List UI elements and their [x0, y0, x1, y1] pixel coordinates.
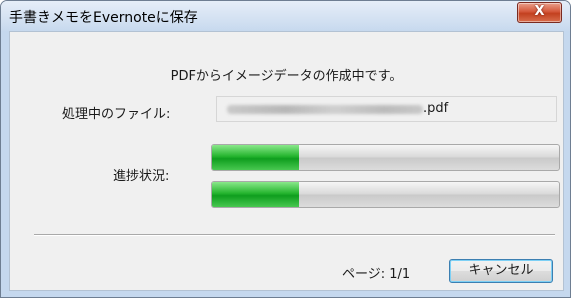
file-extension: .pdf: [423, 101, 449, 116]
page-indicator: ページ: 1/1: [342, 267, 411, 282]
status-message: PDFからイメージデータの作成中です。: [170, 69, 403, 84]
title-bar[interactable]: 手書きメモをEvernoteに保存 X: [1, 1, 570, 31]
window-title: 手書きメモをEvernoteに保存: [9, 10, 198, 26]
progress-bar-1-fill: [212, 145, 299, 170]
dialog-content: PDFからイメージデータの作成中です。 処理中のファイル: .pdf 進捗状況:…: [9, 31, 564, 291]
dialog-window: 手書きメモをEvernoteに保存 X PDFからイメージデータの作成中です。 …: [0, 0, 571, 298]
current-file-field: .pdf: [216, 96, 557, 122]
blurred-file-name: [227, 105, 423, 114]
progress-bar-2-fill: [212, 182, 299, 207]
progress-label: 進捗状況:: [113, 169, 170, 184]
close-button[interactable]: X: [517, 2, 562, 23]
close-icon: X: [534, 4, 545, 19]
divider: [34, 234, 555, 236]
file-label: 処理中のファイル:: [62, 107, 171, 122]
cancel-button[interactable]: キャンセル: [449, 259, 553, 283]
progress-bar-1: [211, 144, 560, 171]
progress-bar-2: [211, 181, 560, 208]
